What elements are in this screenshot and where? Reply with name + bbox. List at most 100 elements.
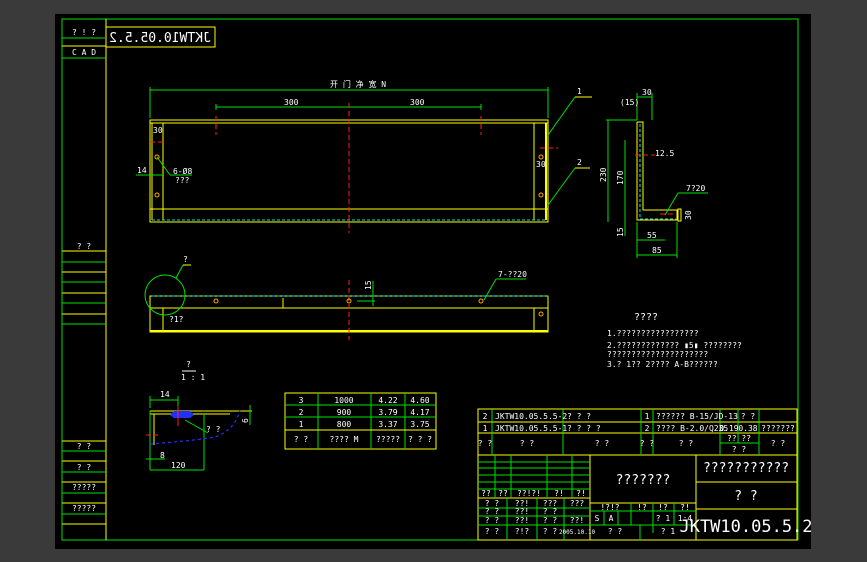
section-dim-15-bottom: 15 [616, 227, 625, 237]
detail-title: ? [186, 360, 191, 369]
section-holes-label: 7?20 [686, 184, 705, 193]
cell-text: 3.79 [378, 408, 397, 417]
cell-text: ?! [576, 489, 586, 498]
left-strip-label-b: ? ? [77, 442, 92, 451]
cell-text: ? 1 [661, 527, 676, 536]
cell-text: ? ? [520, 439, 535, 448]
cell-text: ?? ?? [727, 434, 751, 443]
plan-holes-label: 7-??20 [498, 270, 527, 279]
cell-text: 1:4 [678, 514, 693, 523]
cell-text: 800 [337, 420, 352, 429]
cell-text: 2 [299, 408, 304, 417]
section-dim-15-paren: (15) [620, 98, 639, 107]
cell-text: ????? [376, 435, 400, 444]
dim-30-left: 30 [153, 126, 163, 135]
cell-text: 3.37 [378, 420, 397, 429]
dim-30-right: 30 [536, 160, 546, 169]
cell-text: ? ? [595, 439, 610, 448]
cell-text: ? ? [771, 439, 786, 448]
cell-text: A [609, 514, 614, 523]
left-strip-label-c: ? ? [77, 463, 92, 472]
cell-text: !?!? [600, 503, 619, 512]
cad-drawing-canvas[interactable]: JKTW10.05.5.2 ? ! ? C A D ? ? ? ? ? ? ??… [0, 0, 867, 562]
cell-text: ? ? ? [567, 412, 591, 421]
cell-text: 3.75 [410, 420, 429, 429]
callout-1: 1 [577, 87, 582, 96]
cell-text: ? 1 [656, 514, 671, 523]
cell-text: ??! [570, 516, 584, 525]
section-dim-170: 170 [616, 170, 625, 185]
note-line-4: 3.? 1?? 2???? A-B?????? [607, 360, 718, 369]
cell-text: ? ? [741, 412, 756, 421]
detail-dim-120: 120 [171, 461, 186, 470]
dim-300-right: 300 [410, 98, 425, 107]
cell-text: 1 [483, 424, 488, 433]
overall-width-dim: 开 门 净 宽 N [330, 79, 386, 89]
left-strip-label-e: ????? [72, 504, 96, 513]
cell-text: ? ? ? [408, 435, 432, 444]
cell-text: ?? [481, 489, 491, 498]
dim-300-left: 300 [284, 98, 299, 107]
cell-text: 2 [645, 424, 650, 433]
cell-text: ? ? ? ? [567, 424, 601, 433]
cell-text: ? ? [485, 516, 500, 525]
holes-sublabel: ??? [175, 176, 190, 185]
cell-text: ???? M [330, 435, 359, 444]
detail-label: ? ? [206, 425, 221, 434]
cell-text: ?????? B-15/JD-13 [656, 412, 738, 421]
cell-text: !? [658, 503, 668, 512]
section-dim-230: 230 [599, 167, 608, 182]
section-dim-55: 55 [647, 231, 657, 240]
cell-text: ?! [680, 503, 690, 512]
cell-text: 900 [337, 408, 352, 417]
section-dim-30: 30 [642, 88, 652, 97]
detail-dim-6: 6 [241, 418, 250, 423]
drawing-name: ??????? [616, 473, 671, 488]
cell-text: ? ? [732, 445, 747, 454]
cell-text: ? ? [543, 507, 558, 516]
drawing-area [55, 14, 811, 549]
material: ? ? [734, 489, 757, 504]
notes-title: ???? [634, 312, 658, 323]
cell-text: ??!?! [517, 489, 541, 498]
left-strip-top-label: ? ! ? [72, 28, 96, 37]
cell-text: S [595, 514, 600, 523]
mirrored-code: JKTW10.05.5.2 [109, 31, 211, 46]
cell-text: ??! [515, 507, 529, 516]
cell-text: ? ? [485, 527, 500, 536]
cell-text: ?! [554, 489, 564, 498]
section-dim-30-side: 30 [684, 210, 693, 220]
cell-text: 4.17 [410, 408, 429, 417]
cad-label: C A D [72, 48, 96, 57]
detail-dim-8: 8 [160, 451, 165, 460]
detail-dim-14: 14 [160, 390, 170, 399]
detail-scale: 1 : 1 [181, 373, 205, 382]
section-dim-12-5: 12.5 [655, 149, 674, 158]
cell-text: ? ? [543, 527, 558, 536]
plan-sublabel: ?1? [169, 315, 184, 324]
cell-text: 1000 [334, 396, 353, 405]
dim-14: 14 [137, 166, 147, 175]
cell-text: 1 [645, 412, 650, 421]
cell-text: ?? [498, 489, 508, 498]
holes-label: 6-Ø8 [173, 166, 192, 176]
dim-15-plan: 15 [364, 280, 373, 290]
left-strip-label-d: ????? [72, 483, 96, 492]
cell-text: 0.38 [738, 424, 757, 433]
cell-text: 0.19 [719, 424, 738, 433]
cell-text: ? ? [543, 516, 558, 525]
cell-text: ??! [515, 516, 529, 525]
cell-text: ? ? [485, 507, 500, 516]
detail-callout: ? [183, 255, 188, 264]
cell-text: ? ? [608, 527, 623, 536]
cell-text: 1 [299, 420, 304, 429]
company-name: ??????????? [703, 461, 789, 476]
note-line-1: 1.????????????????? [607, 329, 699, 338]
callout-2: 2 [577, 158, 582, 167]
cell-text: ? ? [478, 439, 493, 448]
cell-text: ? ? [294, 435, 309, 444]
cell-text: ???? B-2.0/Q235 [656, 424, 728, 433]
cell-text: ??????? [761, 424, 795, 433]
cell-text: ? ? [640, 439, 655, 448]
note-line-3: ????????????????????? [607, 350, 708, 359]
